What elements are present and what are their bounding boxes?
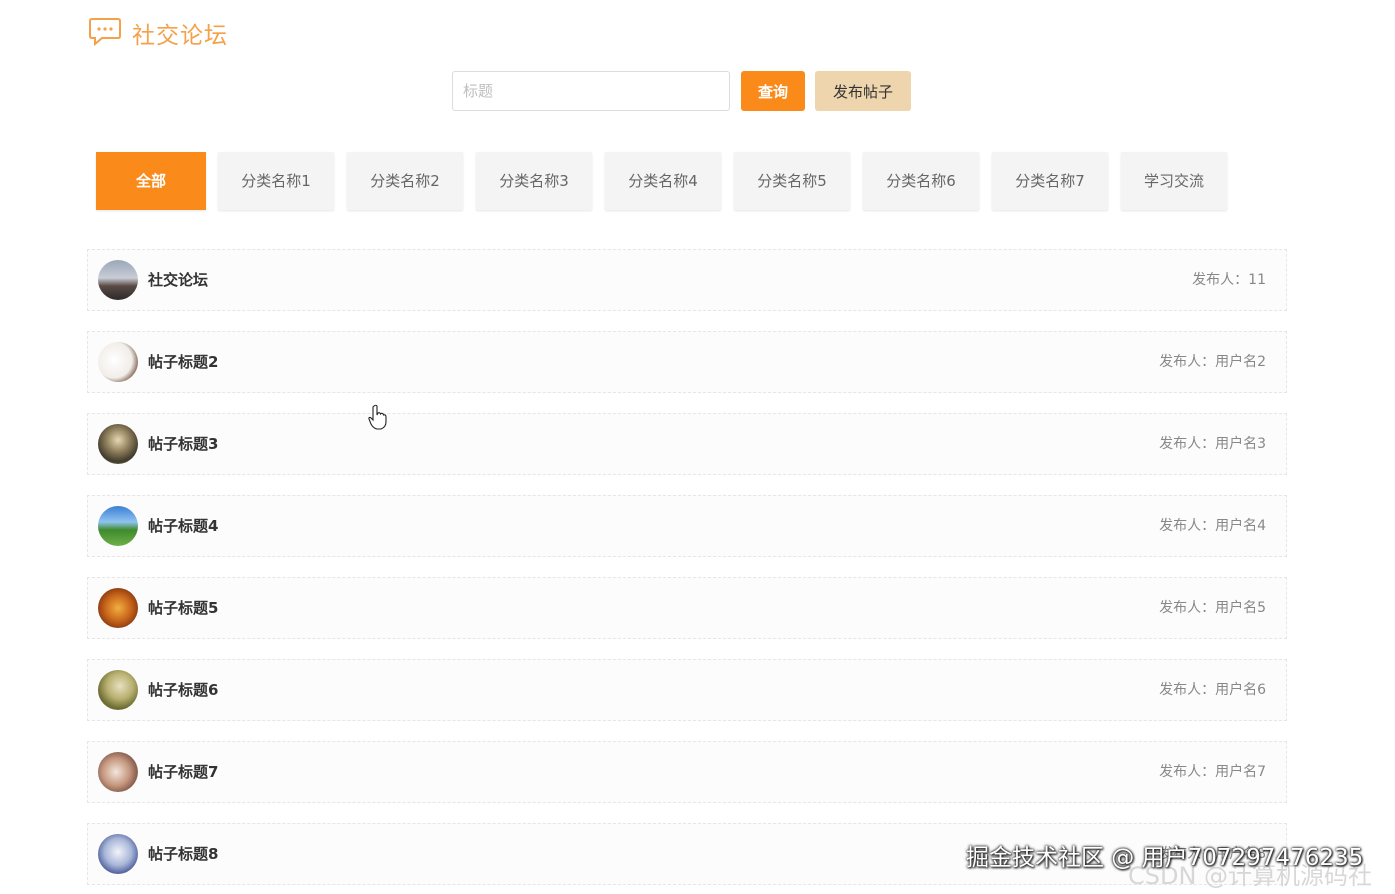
juejin-watermark: 掘金技术社区 @ 用户707297476235 xyxy=(966,845,1364,871)
chat-bubble-icon xyxy=(88,16,122,50)
publish-post-button[interactable]: 发布帖子 xyxy=(815,71,911,111)
avatar xyxy=(98,588,138,628)
post-title[interactable]: 帖子标题6 xyxy=(148,660,218,720)
tab-study-exchange[interactable]: 学习交流 xyxy=(1121,152,1227,210)
avatar xyxy=(98,506,138,546)
query-button[interactable]: 查询 xyxy=(741,71,805,111)
post-title[interactable]: 帖子标题7 xyxy=(148,742,218,802)
post-author: 发布人：用户名5 xyxy=(1159,600,1266,616)
tab-category-1[interactable]: 分类名称1 xyxy=(218,152,334,210)
tab-category-6[interactable]: 分类名称6 xyxy=(863,152,979,210)
post-title[interactable]: 帖子标题8 xyxy=(148,824,218,884)
tab-category-2[interactable]: 分类名称2 xyxy=(347,152,463,210)
avatar xyxy=(98,342,138,382)
post-author: 发布人：11 xyxy=(1192,272,1266,288)
tab-category-5[interactable]: 分类名称5 xyxy=(734,152,850,210)
avatar xyxy=(98,834,138,874)
avatar xyxy=(98,752,138,792)
avatar xyxy=(98,260,138,300)
post-title[interactable]: 帖子标题3 xyxy=(148,414,218,474)
list-item[interactable]: 帖子标题2 发布人：用户名2 xyxy=(87,331,1287,393)
list-item[interactable]: 社交论坛 发布人：11 xyxy=(87,249,1287,311)
list-item[interactable]: 帖子标题4 发布人：用户名4 xyxy=(87,495,1287,557)
post-title[interactable]: 帖子标题4 xyxy=(148,496,218,556)
tab-category-3[interactable]: 分类名称3 xyxy=(476,152,592,210)
list-item[interactable]: 帖子标题6 发布人：用户名6 xyxy=(87,659,1287,721)
avatar xyxy=(98,670,138,710)
list-item[interactable]: 帖子标题7 发布人：用户名7 xyxy=(87,741,1287,803)
post-title[interactable]: 社交论坛 xyxy=(148,250,208,310)
post-author: 发布人：用户名4 xyxy=(1159,518,1266,534)
post-title[interactable]: 帖子标题2 xyxy=(148,332,218,392)
tab-category-7[interactable]: 分类名称7 xyxy=(992,152,1108,210)
tab-all[interactable]: 全部 xyxy=(96,152,206,210)
post-author: 发布人：用户名2 xyxy=(1159,354,1266,370)
avatar xyxy=(98,424,138,464)
list-item[interactable]: 帖子标题3 发布人：用户名3 xyxy=(87,413,1287,475)
tab-category-4[interactable]: 分类名称4 xyxy=(605,152,721,210)
hand-pointer-icon xyxy=(368,404,388,430)
page-title: 社交论坛 xyxy=(132,23,228,49)
post-title[interactable]: 帖子标题5 xyxy=(148,578,218,638)
post-author: 发布人：用户名7 xyxy=(1159,764,1266,780)
title-search-input[interactable] xyxy=(452,71,730,111)
post-author: 发布人：用户名6 xyxy=(1159,682,1266,698)
site-header: 社交论坛 xyxy=(88,16,228,50)
search-bar: 查询 发布帖子 xyxy=(452,71,911,111)
list-item[interactable]: 帖子标题5 发布人：用户名5 xyxy=(87,577,1287,639)
post-author: 发布人：用户名3 xyxy=(1159,436,1266,452)
